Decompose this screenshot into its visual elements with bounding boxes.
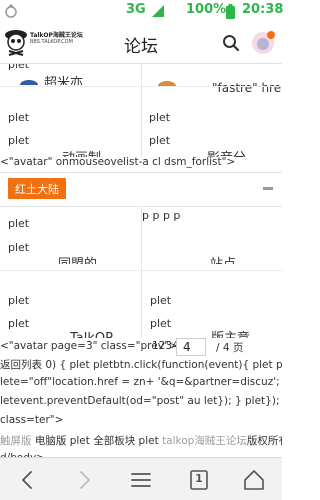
footer-text: plet: [69, 435, 90, 447]
tabs-button[interactable]: 1: [185, 466, 213, 494]
section-divider: [0, 172, 282, 173]
forum-name[interactable]: 版主竞: [211, 330, 250, 338]
forum-label: plet: [150, 294, 172, 307]
network-type: 3G: [126, 2, 146, 17]
forum-content: plet 超米亦 plet "fastre" hre plet plet 动画制…: [0, 64, 282, 457]
raw-markup-line: 返回列表 0) { plet pletbtn.click(function(ev…: [0, 359, 282, 371]
footer-touch-version[interactable]: 触屏版: [0, 435, 32, 447]
page-number-input[interactable]: [176, 338, 206, 356]
pagination-prefix: <"avatar page=3" class="prev">: [0, 340, 178, 352]
forum-name[interactable]: 同盟的: [58, 256, 97, 264]
forum-icon: [20, 80, 38, 85]
raw-markup-text: <"avatar" onmouseovelist-a cl dsm_forlis…: [0, 156, 236, 168]
row-divider: [0, 86, 282, 87]
forum-label: plet: [8, 134, 30, 147]
forum-label: plet: [149, 111, 171, 124]
forward-icon[interactable]: [70, 466, 98, 494]
clock: 20:38: [242, 2, 284, 17]
forum-name[interactable]: TalkOP: [70, 330, 113, 338]
forum-label: plet: [8, 241, 30, 254]
status-bar: 3G 100% 20:38: [0, 0, 284, 22]
footer-links: 触屏版 电脑版 plet 全部板块 plet talkop海贼王论坛版权所有: [0, 433, 282, 448]
footer-site-name[interactable]: talkop海贼王论坛: [162, 435, 247, 447]
row-divider: [0, 270, 282, 271]
menu-icon[interactable]: [127, 466, 155, 494]
app-header: TalkOP海贼王论坛 BBS.TALKOP.COM 论坛: [0, 22, 282, 64]
forum-label: p p p p: [142, 209, 181, 222]
forum-label: plet: [8, 111, 30, 124]
forum-label: plet: [149, 134, 171, 147]
forum-label: plet: [8, 294, 30, 307]
back-icon[interactable]: [14, 466, 42, 494]
raw-markup-line: class=ter">: [0, 414, 64, 426]
forum-name[interactable]: "fastre" hre: [212, 81, 281, 95]
forum-name[interactable]: 站点: [210, 256, 236, 264]
forum-label: plet: [8, 217, 30, 230]
section-title-badge[interactable]: 红土大陆: [8, 178, 66, 199]
footer-copyright: 版权所有: [246, 435, 282, 447]
battery-percent: 100%: [186, 2, 227, 17]
raw-markup-line: lete="off"location.href = zn+ '&q=&partn…: [0, 376, 282, 388]
footer-text: plet: [138, 435, 159, 447]
battery-icon: [226, 4, 235, 19]
tab-count: 1: [195, 472, 203, 485]
forum-name[interactable]: 超米亦: [44, 75, 83, 85]
forum-label: plet: [8, 317, 30, 330]
pagination-pages[interactable]: 1234: [152, 340, 179, 352]
forum-label: plet: [8, 64, 30, 71]
pagination-total: / 4 页: [216, 342, 244, 354]
forum-label: plet: [150, 317, 172, 330]
grid-divider: [141, 206, 142, 338]
notification-icon: [5, 4, 17, 18]
footer-all-boards[interactable]: 全部板块: [93, 435, 135, 447]
user-avatar[interactable]: [251, 31, 275, 55]
collapse-icon[interactable]: [263, 187, 273, 190]
raw-markup-line: letevent.preventDefault(od="post" au let…: [0, 395, 282, 407]
footer-desktop-version[interactable]: 电脑版: [35, 435, 67, 447]
signal-icon: [152, 5, 164, 17]
browser-toolbar: 1: [0, 457, 282, 500]
grid-divider: [141, 64, 142, 157]
search-icon[interactable]: [222, 34, 240, 52]
home-icon[interactable]: [240, 466, 268, 494]
